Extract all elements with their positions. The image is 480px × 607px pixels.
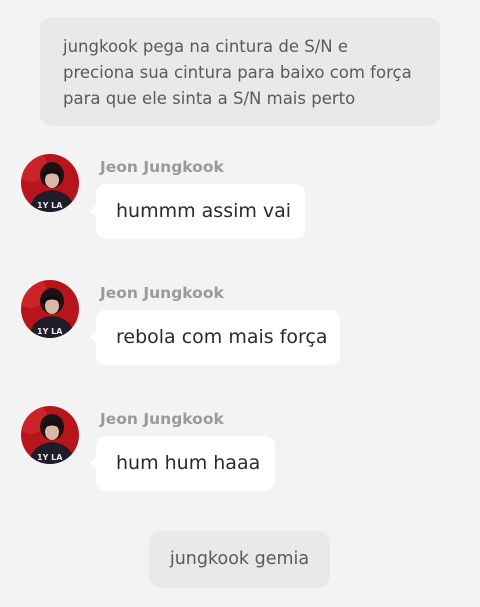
svg-text:1Y LA: 1Y LA	[37, 453, 63, 462]
chat-message: 1Y LA Jeon Jungkook hum hum haaa	[0, 406, 480, 506]
avatar[interactable]: 1Y LA	[21, 406, 79, 464]
avatar-photo-icon: 1Y LA	[21, 406, 79, 464]
avatar[interactable]: 1Y LA	[21, 280, 79, 338]
narration-line-3: para que ele sinta a S/N mais perto	[63, 89, 356, 108]
svg-text:1Y LA: 1Y LA	[37, 201, 63, 210]
message-bubble[interactable]: hummm assim vai	[90, 184, 305, 239]
avatar[interactable]: 1Y LA	[21, 154, 79, 212]
narration-bubble-bottom: jungkook gemia	[149, 531, 330, 588]
chat-message: 1Y LA Jeon Jungkook hummm assim vai	[0, 154, 480, 254]
narration-line-1: jungkook pega na cintura de S/N e	[63, 37, 349, 56]
narration-bubble-top: jungkook pega na cintura de S/N e precio…	[40, 17, 440, 126]
narration-line-2: preciona sua cintura para baixo com forç…	[63, 63, 412, 82]
chat-message: 1Y LA Jeon Jungkook rebola com mais forç…	[0, 280, 480, 380]
avatar-photo-icon: 1Y LA	[21, 280, 79, 338]
message-bubble[interactable]: rebola com mais força	[90, 310, 340, 365]
sender-name: Jeon Jungkook	[100, 284, 224, 302]
sender-name: Jeon Jungkook	[100, 158, 224, 176]
message-bubble[interactable]: hum hum haaa	[90, 436, 275, 491]
avatar-photo-icon: 1Y LA	[21, 154, 79, 212]
svg-text:1Y LA: 1Y LA	[37, 327, 63, 336]
sender-name: Jeon Jungkook	[100, 410, 224, 428]
